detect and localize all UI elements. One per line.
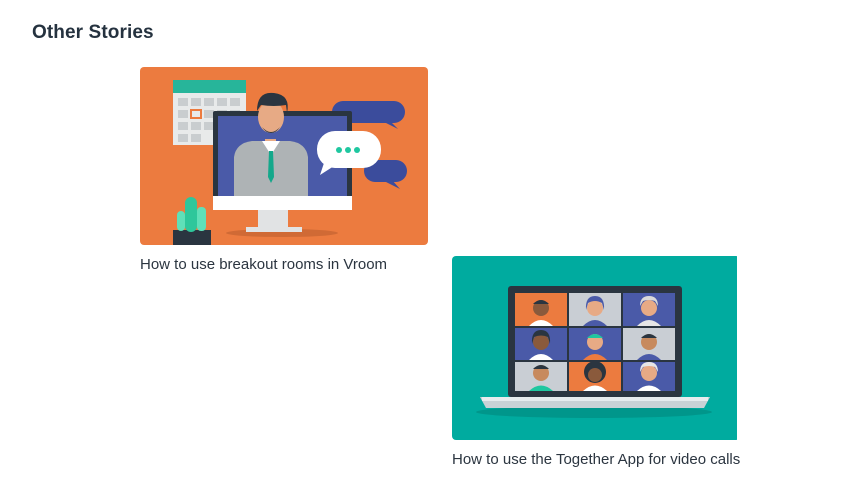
other-stories-page: Other Stories How to use breakout rooms …	[0, 0, 856, 480]
story-card-together-app[interactable]: How to use the Together App for video ca…	[452, 256, 740, 468]
video-participant-grid	[515, 293, 675, 391]
section-title: Other Stories	[32, 22, 154, 43]
story-title[interactable]: How to use breakout rooms in Vroom	[140, 256, 428, 273]
video-conference-illustration	[140, 67, 428, 245]
laptop-video-grid-illustration	[452, 256, 737, 440]
story-thumbnail-laptop-video-grid[interactable]	[452, 256, 740, 440]
story-card-breakout-rooms[interactable]: How to use breakout rooms in Vroom	[140, 67, 428, 273]
story-thumbnail-video-conference[interactable]	[140, 67, 428, 245]
story-title[interactable]: How to use the Together App for video ca…	[452, 451, 740, 468]
